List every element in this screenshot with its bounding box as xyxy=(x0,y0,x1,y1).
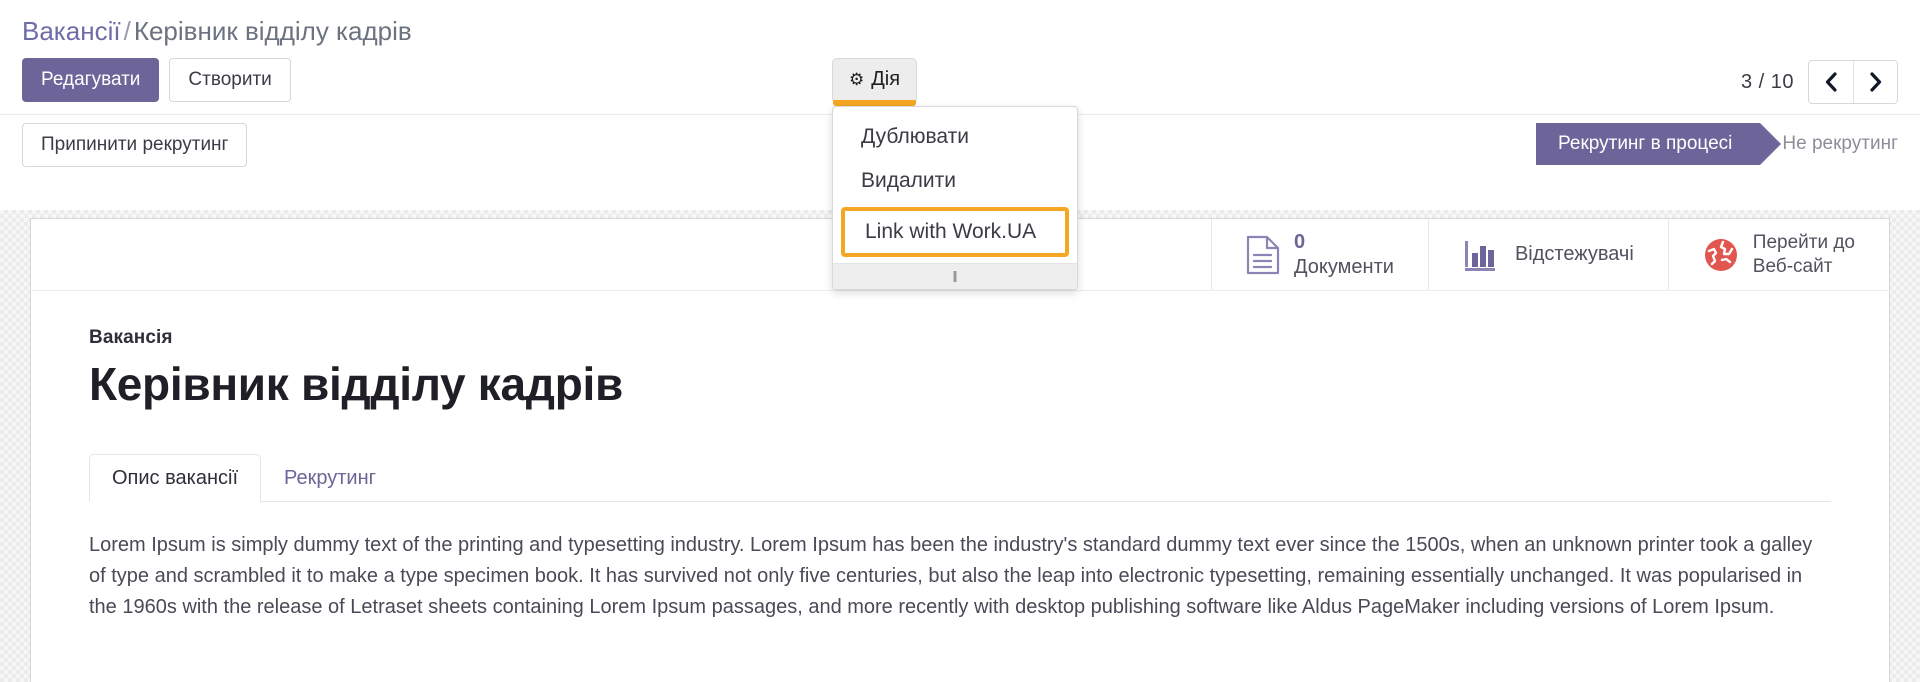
chevron-left-icon[interactable] xyxy=(1809,61,1853,103)
breadcrumb-root-link[interactable]: Вакансії xyxy=(22,16,121,46)
tab-content-description: Lorem Ipsum is simply dummy text of the … xyxy=(89,534,1813,618)
create-button[interactable]: Створити xyxy=(169,58,291,102)
tab-strip: Опис вакансії Рекрутинг xyxy=(89,453,1831,502)
control-panel: Вакансії / Керівник відділу кадрів Редагув… xyxy=(0,0,1920,290)
smart-button-documents-label: Документи xyxy=(1294,255,1394,278)
toolbar: Редагувати Створити ⚙ Дія Дублювати Видал… xyxy=(0,58,1920,290)
gear-icon: ⚙ xyxy=(849,70,865,89)
smart-button-documents-value: 0 xyxy=(1294,230,1306,253)
edit-button[interactable]: Редагувати xyxy=(22,58,160,102)
notebook: Опис вакансії Рекрутинг Lorem Ipsum is s… xyxy=(31,453,1889,623)
tab-job-description[interactable]: Опис вакансії xyxy=(89,454,261,502)
smart-button-website-label2: Веб-сайт xyxy=(1752,255,1833,277)
page-title: Керівник відділу кадрів xyxy=(89,358,623,410)
smart-button-followers[interactable]: Відстежувачі xyxy=(1427,219,1668,290)
status-bar: Рекрутинг в процесі Не рекрутинг xyxy=(1536,123,1920,165)
action-dropdown-toggle[interactable]: ⚙ Дія xyxy=(832,58,918,106)
status-stage-recruitment-in-progress[interactable]: Рекрутинг в процесі xyxy=(1536,123,1782,165)
action-dropdown-menu: Дублювати Видалити Link with Work.UA xyxy=(832,106,1078,290)
menu-item-link-with-work-ua[interactable]: Link with Work.UA xyxy=(841,207,1069,257)
chevron-right-icon[interactable] xyxy=(1853,61,1897,103)
pager-buttons xyxy=(1808,60,1898,104)
menu-item-duplicate[interactable]: Дублювати xyxy=(833,115,1077,159)
stop-recruitment-button[interactable]: Припинити рекрутинг xyxy=(22,123,248,167)
menu-scroll-footer xyxy=(833,263,1077,289)
action-dropdown: ⚙ Дія Дублювати Видалити Link with Work.… xyxy=(832,58,1078,290)
status-stage-not-recruiting[interactable]: Не рекрутинг xyxy=(1774,123,1920,165)
bar-chart-icon xyxy=(1463,237,1501,273)
breadcrumb-current: Керівник відділу кадрів xyxy=(133,16,412,46)
menu-item-delete[interactable]: Видалити xyxy=(833,159,1077,203)
tab-recruitment[interactable]: Рекрутинг xyxy=(261,454,399,502)
breadcrumb: Вакансії / Керівник відділу кадрів xyxy=(0,0,1920,48)
record-subtitle: Вакансія xyxy=(89,327,173,348)
smart-button-followers-label: Відстежувачі xyxy=(1514,243,1634,265)
globe-icon xyxy=(1703,237,1739,273)
smart-button-go-to-website[interactable]: Перейти до Веб-сайт xyxy=(1667,219,1889,290)
pager-count: 3 / 10 xyxy=(1740,70,1794,93)
title-block: Вакансія Керівник відділу кадрів xyxy=(31,291,1889,411)
action-dropdown-label: Дія xyxy=(871,68,901,90)
smart-button-website-label: Перейти до xyxy=(1752,231,1855,253)
document-icon xyxy=(1246,235,1280,275)
smart-button-documents[interactable]: 0 Документи xyxy=(1211,219,1428,290)
pager: 3 / 10 xyxy=(1741,60,1898,104)
breadcrumb-separator: / xyxy=(123,16,131,46)
